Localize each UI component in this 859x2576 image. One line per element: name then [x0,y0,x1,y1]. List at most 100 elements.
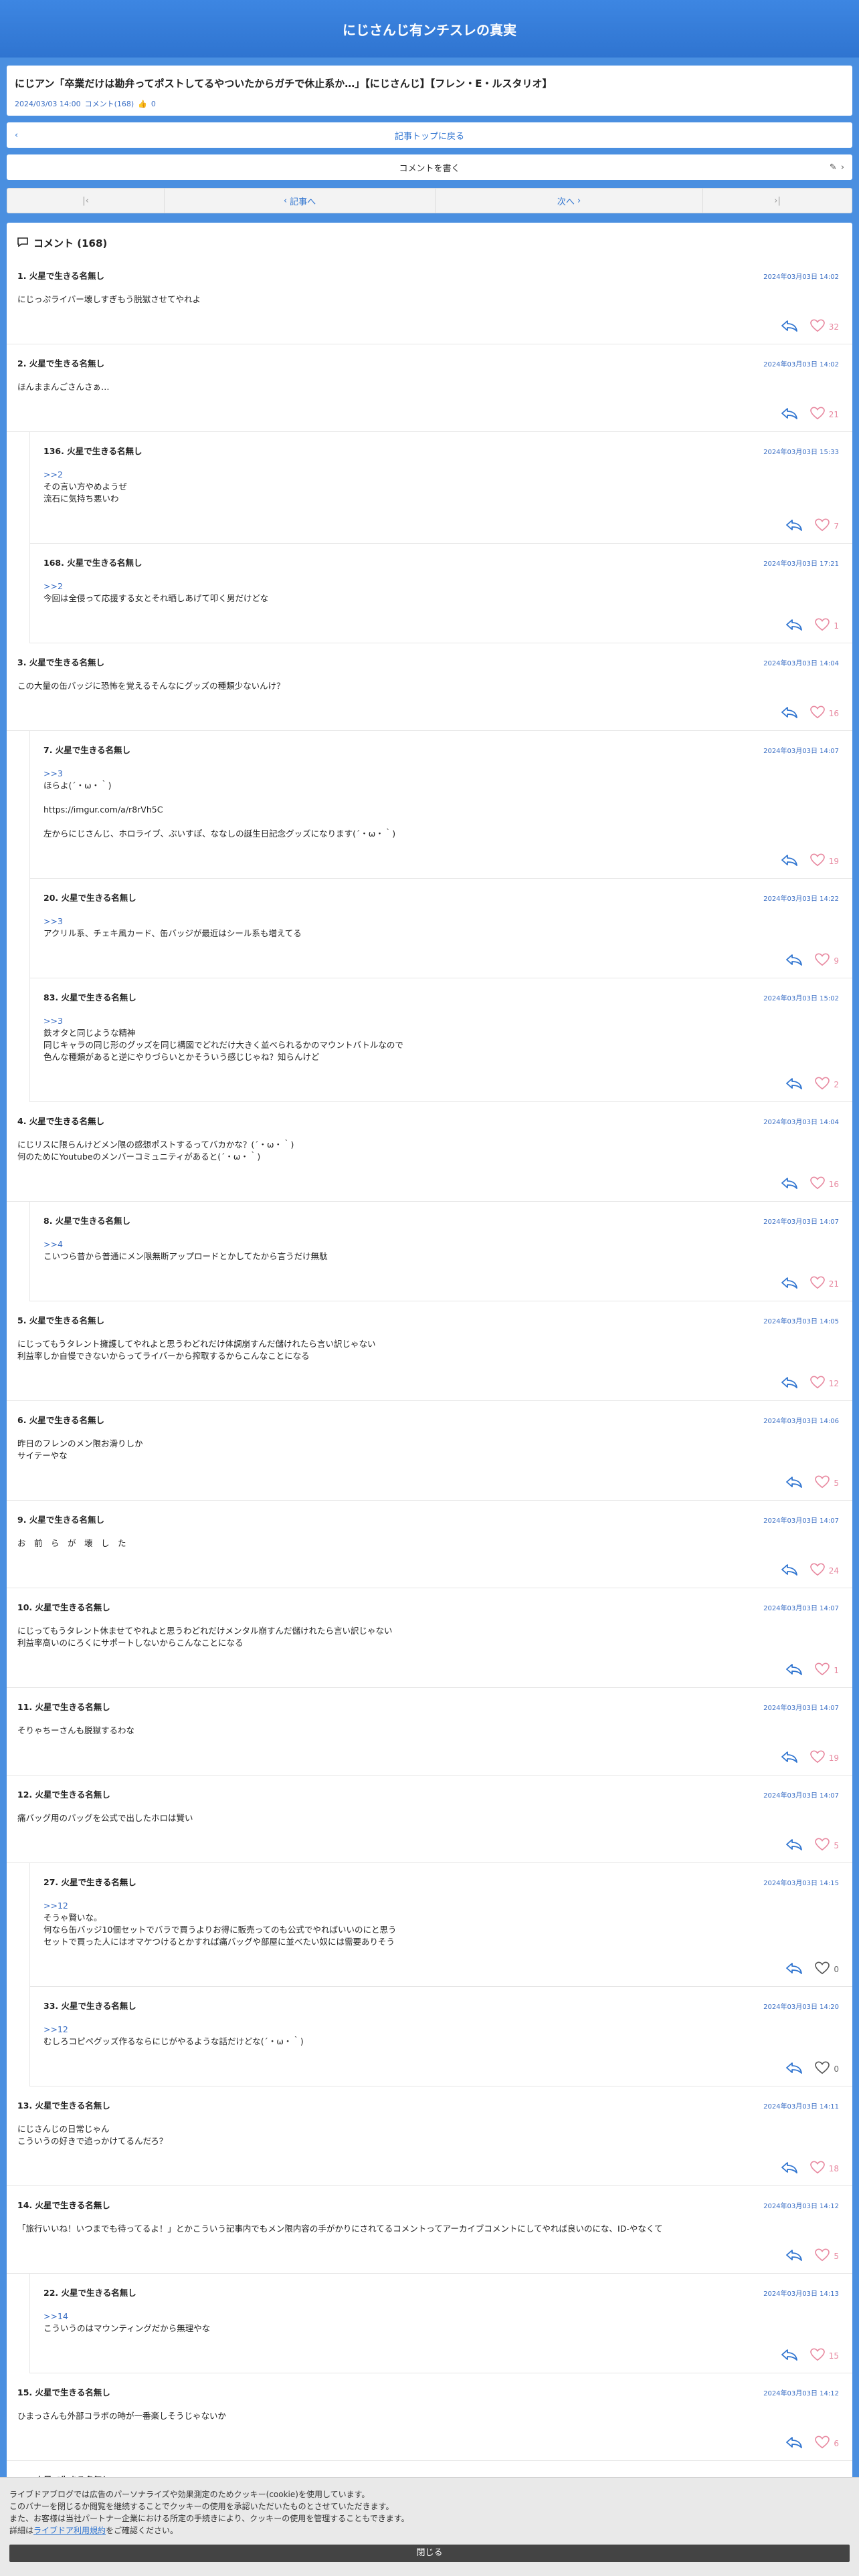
reply-arrow-icon[interactable] [781,320,798,334]
like-button[interactable]: 1 [815,1662,839,1678]
comment-author: 5. 火星で生きる名無し [17,1315,105,1325]
reply-anchor-link[interactable]: >>4 [43,1239,839,1251]
reply-arrow-icon[interactable] [781,854,798,869]
like-button[interactable]: 12 [809,1376,839,1391]
like-button[interactable]: 0 [815,1961,839,1977]
like-button[interactable]: 2 [815,1077,839,1092]
heart-icon [809,1376,825,1391]
reply-arrow-icon[interactable] [781,1177,798,1192]
comment-text: 「旅行いいね！いつまでも待ってるよ！」とかこういう記事内でもメン限内容の手がかり… [17,2224,663,2234]
heart-icon [809,1176,825,1192]
like-button[interactable]: 0 [815,2061,839,2076]
like-button[interactable]: 21 [809,407,839,422]
reply-anchor-link[interactable]: >>2 [43,469,839,481]
reply-anchor-link[interactable]: >>12 [43,1900,839,1912]
site-title[interactable]: にじさんじ有ンチスレの真実 [343,19,516,39]
article-comment-count[interactable]: コメント(168) [85,98,134,109]
reply-arrow-icon[interactable] [785,1838,803,1853]
reply-arrow-icon[interactable] [781,1376,798,1391]
like-count: 9 [834,956,839,966]
reply-arrow-icon[interactable] [781,1277,798,1291]
cookie-banner: ライブドアブログでは広告のパーソナライズや効果測定のためクッキー(cookie)… [0,2477,859,2576]
like-button[interactable]: 5 [815,1838,839,1853]
like-button[interactable]: 1 [815,618,839,633]
reply-arrow-icon[interactable] [781,2349,798,2363]
like-button[interactable]: 16 [809,1176,839,1192]
reply-arrow-icon[interactable] [781,1751,798,1765]
like-button[interactable]: 15 [809,2348,839,2363]
comment-date: 2024年03月03日 14:07 [763,1517,839,1525]
reply-anchor-link[interactable]: >>3 [43,1015,839,1027]
reply-arrow-icon[interactable] [785,1476,803,1491]
like-count: 1 [834,621,839,631]
heart-icon [815,2436,830,2451]
like-button[interactable]: 5 [815,1475,839,1491]
comment-text: そりゃちーさんも脱獄するわな [17,1725,135,1735]
like-count: 12 [828,1378,839,1388]
last-page-button[interactable]: ›| [703,189,852,213]
reply-anchor-link[interactable]: >>3 [43,768,839,780]
cookie-close-button[interactable]: 閉じる [9,2545,850,2562]
terms-link[interactable]: ライブドア利用規約 [33,2526,106,2535]
reply-arrow-icon[interactable] [785,2249,803,2264]
comment-author: 1. 火星で生きる名無し [17,271,105,281]
like-count: 2 [834,1079,839,1089]
reply-arrow-icon[interactable] [785,2062,803,2076]
write-comment-button[interactable]: コメントを書く ✎ › [7,154,852,180]
next-article-button[interactable]: 次へ › [436,189,703,213]
article-card: にじアン「卒業だけは勘弁ってポストしてるやついたからガチで休止系か…」【にじさん… [7,66,852,116]
reply-arrow-icon[interactable] [785,519,803,534]
back-to-top-button[interactable]: ‹ 記事トップに戻る [7,122,852,148]
like-button[interactable]: 32 [809,319,839,334]
prev-article-button[interactable]: ‹ 記事へ [165,189,436,213]
reply-arrow-icon[interactable] [781,407,798,422]
reply-anchor-link[interactable]: >>2 [43,580,839,593]
comment-text: ほんままんごさんさぁ… [17,382,110,392]
heart-icon [815,2061,830,2076]
reply-anchor-link[interactable]: >>12 [43,2024,839,2036]
reply-arrow-icon[interactable] [785,1663,803,1678]
reply-arrow-icon[interactable] [781,706,798,721]
reply-arrow-icon[interactable] [785,1962,803,1977]
comment-author: 15. 火星で生きる名無し [17,2387,110,2397]
reply-arrow-icon[interactable] [785,2436,803,2451]
comment-date: 2024年03月03日 14:05 [763,1318,839,1325]
first-page-button[interactable]: |‹ [7,189,165,213]
reply-arrow-icon[interactable] [785,1077,803,1092]
comment-text: そうゃ賢いな。 何なら缶バッジ10個セットでバラで買うよりお得に販売ってのも公式… [43,1913,397,1947]
like-count: 16 [828,1179,839,1189]
like-button[interactable]: 21 [809,1276,839,1291]
reply-arrow-icon[interactable] [781,1564,798,1578]
reply-anchor-link[interactable]: >>14 [43,2311,839,2323]
like-button[interactable]: 7 [815,518,839,534]
like-button[interactable]: 5 [815,2248,839,2264]
heart-icon [809,853,825,869]
like-button[interactable]: 19 [809,853,839,869]
like-button[interactable]: 6 [815,2436,839,2451]
like-button[interactable]: 9 [815,953,839,968]
thumb-up-icon[interactable]: 👍 [138,100,147,108]
comment-item: 8. 火星で生きる名無し 2024年03月03日 14:07 >>4 こいつら昔から普… [29,1202,852,1301]
pencil-icon: ✎ [829,162,837,173]
reply-arrow-icon[interactable] [785,619,803,633]
heart-icon [809,1563,825,1578]
reply-arrow-icon[interactable] [785,954,803,968]
reply-arrow-icon[interactable] [781,2161,798,2176]
first-page-icon: |‹ [82,195,89,206]
comment-body: >>14 こういうのはマウンティングだから無理やな [43,2311,839,2335]
comment-item: 2. 火星で生きる名無し 2024年03月03日 14:02 ほんままんごさんさぁ…… [7,344,852,432]
like-count: 18 [828,2163,839,2173]
like-button[interactable]: 18 [809,2161,839,2176]
comment-date: 2024年03月03日 14:04 [763,660,839,667]
like-button[interactable]: 16 [809,706,839,721]
site-header[interactable]: にじさんじ有ンチスレの真実 [0,0,859,58]
comment-item: 6. 火星で生きる名無し 2024年03月03日 14:06 昨日のフレンのメン限お… [7,1401,852,1501]
like-button[interactable]: 19 [809,1750,839,1765]
like-button[interactable]: 24 [809,1563,839,1578]
comments-header: コメント (168) [7,223,852,257]
like-count: 0 [834,2064,839,2074]
article-title[interactable]: にじアン「卒業だけは勘弁ってポストしてるやついたからガチで休止系か…」【にじさん… [15,76,844,90]
comment-date: 2024年03月03日 14:07 [763,1792,839,1800]
reply-anchor-link[interactable]: >>3 [43,916,839,928]
comment-text: にじっぷライバー壊しすぎもう脱獄させてやれよ [17,294,201,304]
